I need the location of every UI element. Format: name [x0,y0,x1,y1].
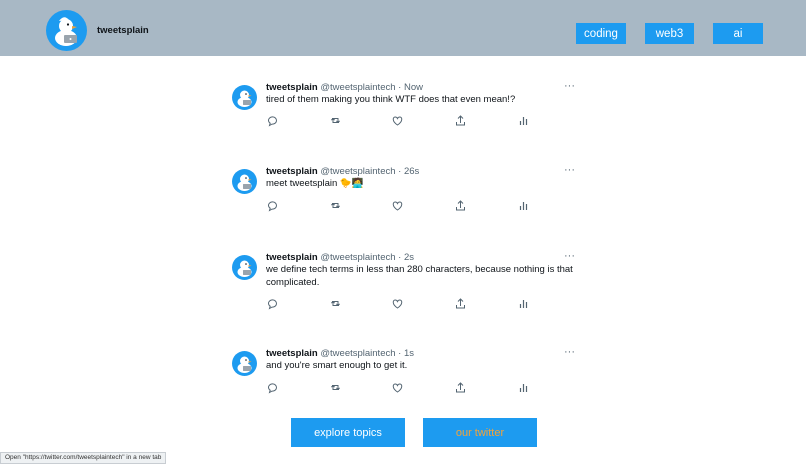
tweet-author-name[interactable]: tweetsplain [266,166,318,177]
duck-mascot-icon[interactable] [46,10,87,51]
our-twitter-button[interactable]: our twitter [423,418,537,447]
duck-avatar-icon[interactable] [232,351,257,376]
retweet-icon[interactable] [329,114,342,127]
status-bar-link-preview: Open "https://twitter.com/tweetsplaintec… [0,452,167,464]
more-options-icon[interactable]: ··· [564,164,575,176]
tweet-meta: tweetsplain @tweetsplaintech · 2s [266,252,414,263]
duck-avatar-icon[interactable] [232,255,257,280]
tweet-actions [266,297,528,310]
share-icon[interactable] [454,114,467,127]
like-icon[interactable] [391,199,404,212]
retweet-icon[interactable] [329,381,342,394]
retweet-icon[interactable] [329,297,342,310]
tweet-handle[interactable]: @tweetsplaintech [320,252,395,263]
more-options-icon[interactable]: ··· [564,346,575,358]
analytics-icon[interactable] [517,114,530,127]
analytics-icon[interactable] [517,381,530,394]
analytics-icon[interactable] [517,199,530,212]
more-options-icon[interactable]: ··· [564,250,575,262]
brand-name[interactable]: tweetsplain [97,25,149,36]
tweet-author-name[interactable]: tweetsplain [266,82,318,93]
duck-avatar-icon[interactable] [232,85,257,110]
tweet-actions [266,199,528,212]
analytics-icon[interactable] [517,297,530,310]
more-options-icon[interactable]: ··· [564,80,575,92]
duck-avatar-icon[interactable] [232,169,257,194]
tweet-text: meet tweetsplain 🐤🧑‍💻 [266,178,364,189]
reply-icon[interactable] [266,297,279,310]
nav-web3-button[interactable]: web3 [645,23,694,44]
tweet-author-name[interactable]: tweetsplain [266,252,318,263]
reply-icon[interactable] [266,114,279,127]
share-icon[interactable] [454,199,467,212]
tweet-time: · 2s [398,252,415,263]
tweet-handle[interactable]: @tweetsplaintech [320,166,395,177]
tweet-meta: tweetsplain @tweetsplaintech · 1s [266,348,414,359]
tweet-text: and you're smart enough to get it. [266,360,408,371]
share-icon[interactable] [454,297,467,310]
retweet-icon[interactable] [329,199,342,212]
tweet-author-name[interactable]: tweetsplain [266,348,318,359]
tweet-handle[interactable]: @tweetsplaintech [320,348,395,359]
share-icon[interactable] [454,381,467,394]
reply-icon[interactable] [266,199,279,212]
nav-coding-button[interactable]: coding [576,23,626,44]
nav-ai-button[interactable]: ai [713,23,763,44]
tweet-actions [266,381,528,394]
tweet-time: · 26s [398,166,420,177]
tweet-handle[interactable]: @tweetsplaintech [320,82,395,93]
tweet-text: tired of them making you think WTF does … [266,94,516,105]
reply-icon[interactable] [266,381,279,394]
like-icon[interactable] [391,114,404,127]
tweet-time: · 1s [398,348,415,359]
tweet-meta: tweetsplain @tweetsplaintech · 26s [266,166,419,177]
tweet-meta: tweetsplain @tweetsplaintech · Now [266,82,423,93]
tweet-time: · Now [398,82,423,93]
site-header: tweetsplain coding web3 ai [0,0,806,56]
like-icon[interactable] [391,381,404,394]
like-icon[interactable] [391,297,404,310]
tweet-actions [266,114,528,127]
tweet-text: we define tech terms in less than 280 ch… [266,264,573,288]
explore-topics-button[interactable]: explore topics [291,418,405,447]
